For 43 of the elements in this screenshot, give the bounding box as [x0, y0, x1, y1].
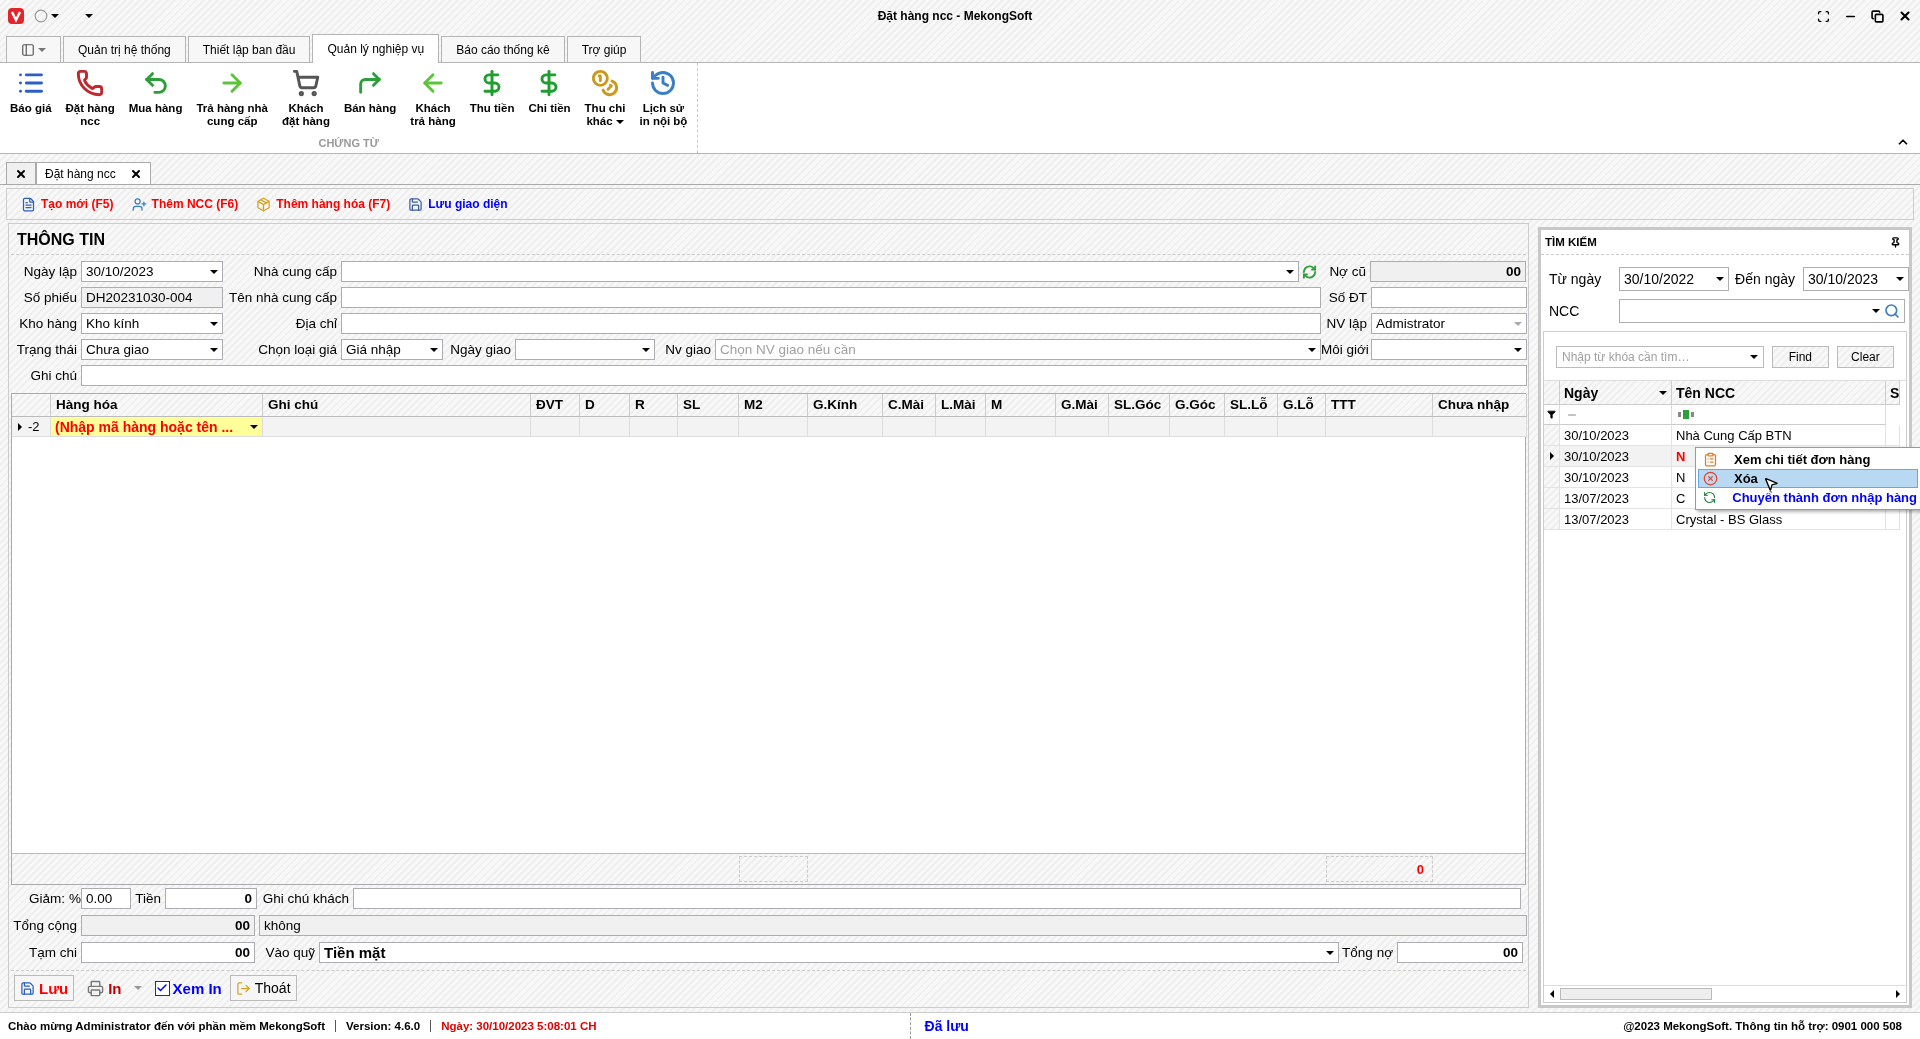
field-label: Số phiếu: [22, 290, 78, 305]
field-label: Đến ngày: [1734, 271, 1796, 287]
field-label: Tổng nợ: [1341, 945, 1394, 960]
field-label: Nợ cũ: [1328, 264, 1367, 279]
field-label: Tổng cộng: [12, 918, 78, 933]
field-label: Tên nhà cung cấp: [227, 290, 338, 305]
field-label: Trạng thái: [15, 342, 78, 357]
row-header: -2: [12, 417, 51, 437]
field-label: Từ ngày: [1549, 271, 1603, 287]
field-label: Môi giới: [1321, 342, 1370, 357]
field-label: Ngày lập: [22, 264, 78, 279]
window-title: Đặt hàng ncc - MekongSoft: [877, 9, 1033, 23]
field-label: Địa chỉ: [294, 316, 338, 331]
field-label: Ghi chú: [29, 368, 78, 383]
summary-cell: 0: [1326, 856, 1433, 882]
field-label: Ngày giao: [449, 342, 512, 357]
field-label: %: [69, 891, 81, 906]
field-label: NCC: [1549, 303, 1581, 319]
field-label: Kho hàng: [18, 316, 78, 331]
status-text: Chào mừng Administrator đến với phần mềm MekongSoft: [8, 1020, 326, 1032]
status-text: @2023 MekongSoft. Thông tin hỗ trợ: 0901 000 508: [1622, 1020, 1903, 1032]
table-cell: 13/07/2023: [1560, 509, 1672, 530]
field-label: Tạm chi: [28, 945, 78, 960]
supplier-name: Nhà Cung Cấp BTN: [1676, 427, 1792, 443]
status-text: Ngày: 30/10/2023 5:08:01 CH: [430, 1020, 607, 1032]
status-text: Version: 4.6.0: [335, 1020, 431, 1032]
panel-title: TÌM KIẾM: [1545, 236, 1597, 248]
section-title: THÔNG TIN: [11, 226, 1526, 255]
field-label: Vào quỹ: [264, 945, 316, 960]
field-label: Số ĐT: [1327, 290, 1368, 305]
field-label: Chọn loại giá: [257, 342, 338, 357]
field-label: Tiền: [134, 891, 162, 906]
supplier-name: C: [1676, 490, 1686, 506]
field-label: Nv giao: [664, 342, 712, 357]
supplier-name: N: [1676, 469, 1686, 485]
field-label: Nhà cung cấp: [252, 264, 338, 279]
field-label: NV lập: [1325, 316, 1368, 331]
status-text: Đã lưu: [923, 1018, 970, 1034]
group-label: CHỨNG TỪ: [317, 137, 380, 151]
supplier-name: Crystal - BS Glass: [1676, 511, 1783, 527]
field-label: Ghi chú khách: [261, 891, 350, 906]
field-label: Giảm:: [28, 891, 66, 906]
supplier-name: N: [1676, 448, 1686, 464]
